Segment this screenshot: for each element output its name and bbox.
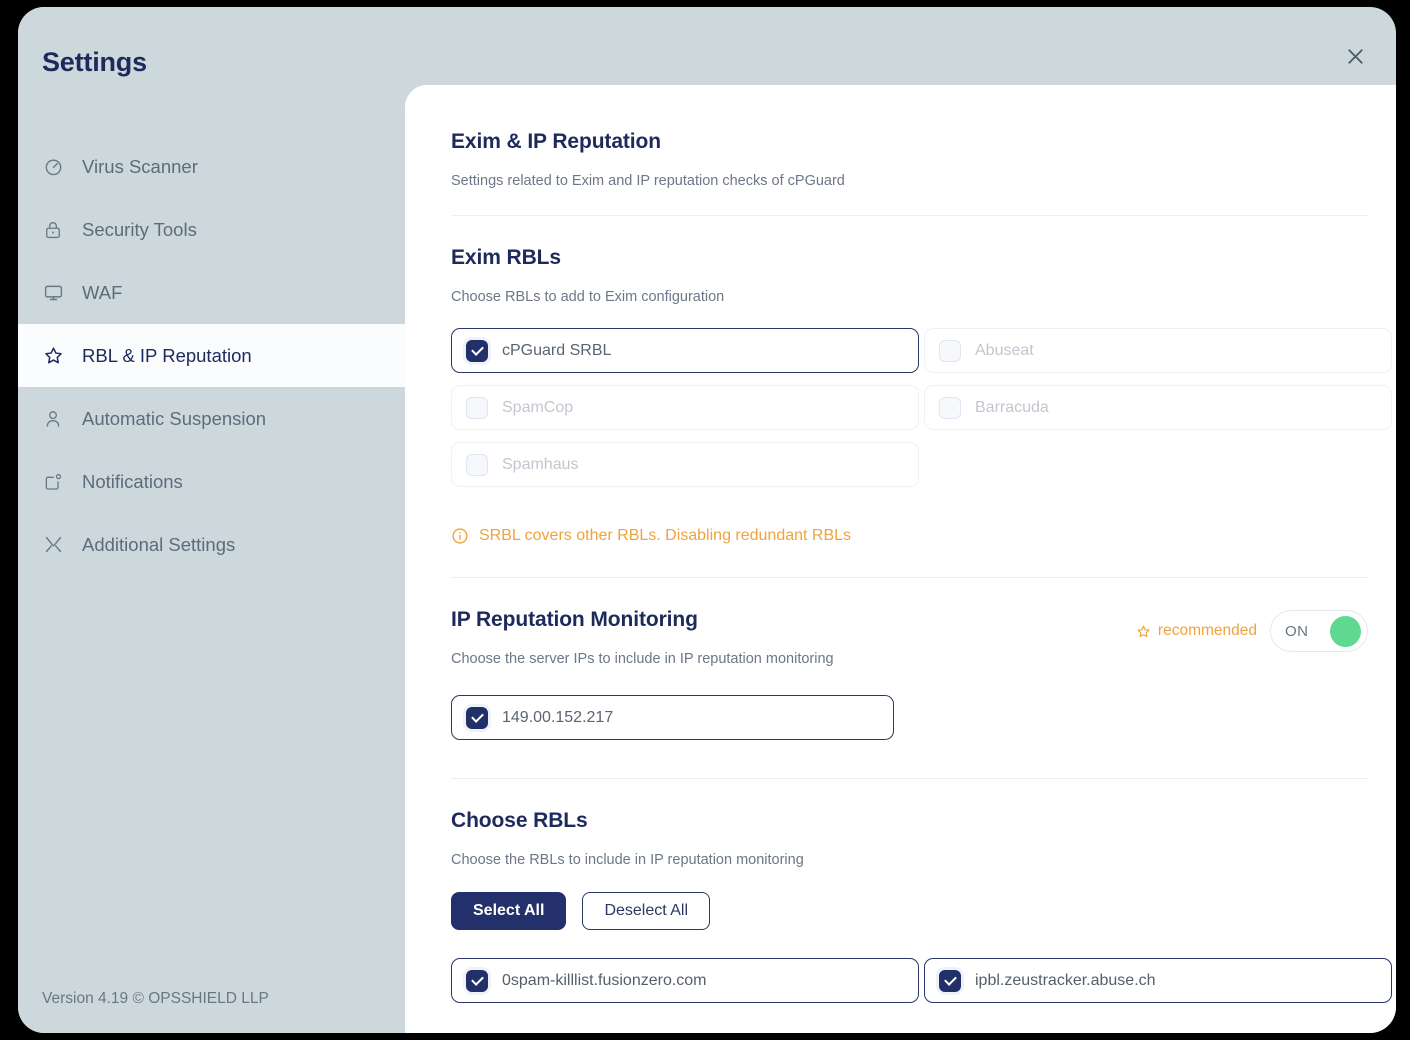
exim-rbls-section: Exim RBLs Choose RBLs to add to Exim con… [451,246,1392,545]
deselect-all-button[interactable]: Deselect All [582,892,711,930]
divider [451,577,1368,578]
srbl-warning-text: SRBL covers other RBLs. Disabling redund… [479,527,852,544]
sidebar-item-label: RBL & IP Reputation [82,344,252,366]
section-subtitle-exim-rbls: Choose RBLs to add to Exim configuration [451,289,725,305]
sidebar-item-notifications[interactable]: Notifications [18,450,405,513]
sidebar-item-security-tools[interactable]: Security Tools [18,198,405,261]
exim-rbl-option-spamcop[interactable]: SpamCop [451,385,919,430]
server-ip-options: 149.00.152.217 [451,689,1368,746]
exim-rbl-option-abuseat[interactable]: Abuseat [924,328,1392,373]
notification-icon [43,470,69,494]
checkbox-checked-icon[interactable] [466,706,488,729]
ip-reputation-monitoring-toggle[interactable]: ON [1270,610,1368,652]
sidebar-item-label: Virus Scanner [82,155,198,177]
settings-sidebar: Settings Virus Scanner Security Tools WA… [18,7,405,1033]
page-title: Settings [42,47,147,77]
divider [451,778,1368,779]
user-icon [43,407,69,431]
exim-rbl-option-label: Barracuda [975,398,1049,416]
choose-rbl-options: 0spam-killlist.fusionzero.com ipbl.zeust… [451,952,1392,1009]
recommended-badge: recommended [1136,622,1257,640]
section-title-choose-rbls: Choose RBLs [451,809,588,832]
choose-rbl-option-0spam-killlist[interactable]: 0spam-killlist.fusionzero.com [451,958,919,1003]
divider [451,215,1368,216]
checkbox-unchecked-icon[interactable] [466,453,488,476]
sidebar-nav: Virus Scanner Security Tools WAF RBL & I… [18,135,405,576]
monitor-icon [43,281,69,305]
server-ip-label: 149.00.152.217 [502,708,614,726]
toggle-knob [1330,615,1361,647]
toggle-state-label: ON [1285,622,1309,640]
sidebar-item-label: Notifications [82,470,183,492]
sidebar-item-virus-scanner[interactable]: Virus Scanner [18,135,405,198]
checkbox-checked-icon[interactable] [939,969,961,992]
lock-icon [43,218,69,242]
version-footer: Version 4.19 © OPSSHIELD LLP [42,990,269,1007]
select-all-button[interactable]: Select All [451,892,567,930]
sidebar-item-waf[interactable]: WAF [18,261,405,324]
choose-rbl-option-label: 0spam-killlist.fusionzero.com [502,971,707,989]
recommended-label: recommended [1157,622,1257,639]
exim-rbl-option-label: Spamhaus [502,455,579,473]
section-subtitle-ip-reputation-monitoring: Choose the server IPs to include in IP r… [451,651,834,667]
info-circle-icon [451,527,469,545]
section-subtitle-choose-rbls: Choose the RBLs to include in IP reputat… [451,852,804,868]
exim-rbl-option-label: cPGuard SRBL [502,341,612,359]
section-title-ip-reputation-monitoring: IP Reputation Monitoring [451,608,698,631]
exim-rbl-option-label: SpamCop [502,398,574,416]
choose-rbls-section: Choose RBLs Choose the RBLs to include i… [451,809,1392,1009]
close-icon[interactable] [1334,35,1376,77]
section-title-exim-rbls: Exim RBLs [451,246,561,269]
checkbox-unchecked-icon[interactable] [466,396,488,419]
star-icon [43,344,69,368]
star-icon [1136,624,1151,639]
exim-rbl-option-cpguard-srbl[interactable]: cPGuard SRBL [451,328,919,373]
sidebar-item-additional-settings[interactable]: Additional Settings [18,513,405,576]
sidebar-item-automatic-suspension[interactable]: Automatic Suspension [18,387,405,450]
exim-rbl-options: cPGuard SRBL Abuseat SpamCop Barracuda S… [451,322,1392,493]
checkbox-checked-icon[interactable] [466,339,488,362]
server-ip-option[interactable]: 149.00.152.217 [451,695,894,740]
settings-modal: Settings Virus Scanner Security Tools WA… [18,7,1396,1033]
ip-reputation-toggle-group: recommended ON [1136,610,1368,652]
ip-reputation-monitoring-section: IP Reputation Monitoring Choose the serv… [451,608,1368,746]
sidebar-item-label: Additional Settings [82,533,236,555]
section-title-exim-ip-reputation: Exim & IP Reputation [451,130,661,153]
sidebar-item-label: WAF [82,281,123,303]
exim-rbl-option-label: Abuseat [975,341,1034,359]
settings-content-panel: Exim & IP Reputation Settings related to… [405,85,1396,1033]
srbl-warning: SRBL covers other RBLs. Disabling redund… [451,527,1368,545]
exim-rbl-option-spamhaus[interactable]: Spamhaus [451,442,919,487]
choose-rbls-actions: Select All Deselect All [451,892,1368,930]
choose-rbl-option-ipbl-zeustracker[interactable]: ipbl.zeustracker.abuse.ch [924,958,1392,1003]
choose-rbl-option-label: ipbl.zeustracker.abuse.ch [975,971,1156,989]
tools-icon [43,533,69,557]
sidebar-item-label: Security Tools [82,218,197,240]
checkbox-checked-icon[interactable] [466,969,488,992]
sidebar-item-rbl-ip-reputation[interactable]: RBL & IP Reputation [18,324,405,387]
checkbox-unchecked-icon[interactable] [939,339,961,362]
section-subtitle-exim-ip-reputation: Settings related to Exim and IP reputati… [451,173,845,189]
stopwatch-icon [43,155,69,179]
checkbox-unchecked-icon[interactable] [939,396,961,419]
sidebar-item-label: Automatic Suspension [82,407,267,429]
exim-rbl-option-barracuda[interactable]: Barracuda [924,385,1392,430]
